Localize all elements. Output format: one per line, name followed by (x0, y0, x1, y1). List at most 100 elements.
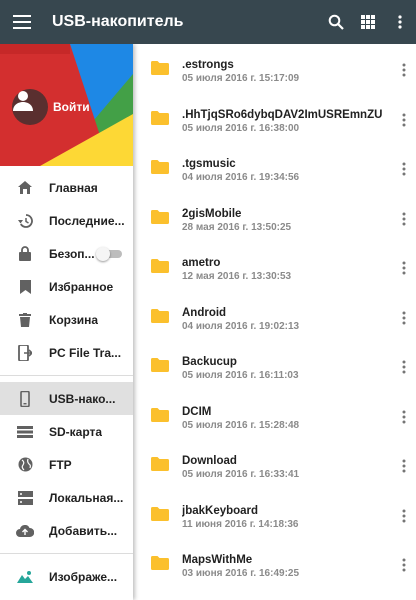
file-name: ametro (182, 257, 221, 269)
more-vert-icon[interactable] (392, 207, 416, 231)
file-name: Backucup (182, 356, 237, 368)
sidebar-item-label: Корзина (49, 312, 99, 327)
folder-icon (151, 407, 169, 427)
file-date: 05 июля 2016 г. 16:11:03 (182, 370, 299, 381)
list-item[interactable]: ametro 12 мая 2016 г. 13:30:53 (133, 242, 416, 292)
usb-storage-icon (16, 390, 34, 408)
file-date: 05 июля 2016 г. 16:33:41 (182, 469, 300, 480)
home-icon (16, 179, 34, 197)
search-icon[interactable] (320, 0, 352, 44)
sidebar-item-images[interactable]: Изображе... (0, 560, 133, 593)
file-date: 04 июля 2016 г. 19:34:56 (182, 172, 300, 183)
file-name: .tgsmusic (182, 158, 236, 170)
sidebar-item-add-cloud[interactable]: Добавить... (0, 514, 133, 547)
list-item[interactable]: jbakKeyboard 11 июня 2016 г. 14:18:36 (133, 490, 416, 540)
avatar[interactable] (12, 89, 48, 125)
sidebar-item-home[interactable]: Главная (0, 171, 133, 204)
file-date: 05 июля 2016 г. 15:28:48 (182, 419, 300, 431)
file-list: .estrongs 05 июля 2016 г. 15:17:09 .HhTjqS… (133, 44, 416, 600)
globe-icon (16, 456, 34, 474)
list-item[interactable]: MapsWithMe 03 июня 2016 г. 16:49:25 (133, 539, 416, 589)
security-toggle[interactable] (96, 247, 122, 261)
sidebar-item-label: Избранное (49, 279, 114, 294)
sidebar-item-label: Последние... (49, 213, 125, 228)
file-date: 05 июля 2016 г. 15:17:09 (182, 73, 300, 84)
file-date: 28 мая 2016 г. 13:50:25 (182, 221, 292, 233)
folder-icon (151, 110, 169, 130)
sidebar-item-local-network[interactable]: Локальная... (0, 481, 133, 514)
bookmark-icon (16, 278, 34, 296)
file-date: 05 июля 2016 г. 16:38:00 (182, 122, 300, 134)
folder-icon (151, 457, 169, 476)
list-item[interactable]: .tgsmusic 04 июля 2016 г. 19:34:56 (133, 143, 416, 193)
file-date: 11 июня 2016 г. 14:18:36 (182, 518, 299, 530)
drawer-header: Войти (0, 44, 133, 166)
sidebar-item-label: Добавить... (49, 523, 118, 538)
folder-icon (151, 506, 169, 526)
sidebar-item-ftp[interactable]: FTP (0, 448, 133, 481)
sidebar-item-label: Изображе... (49, 569, 118, 584)
sidebar-item-label: PC File Tra... (49, 345, 122, 360)
sidebar-item-recent[interactable]: Последние... (0, 204, 133, 237)
more-vert-icon[interactable] (392, 553, 416, 577)
list-item[interactable]: Android 04 июля 2016 г. 19:02:13 (133, 292, 416, 342)
list-item[interactable]: .HhTjqSRo6dybqDAV2ImUSREmnZU= 05 июля 201… (133, 94, 416, 144)
file-date: 04 июля 2016 г. 19:02:13 (182, 320, 300, 332)
file-date: 12 мая 2016 г. 13:30:53 (182, 271, 292, 282)
file-name: MapsWithMe (182, 554, 253, 566)
more-vert-icon[interactable] (392, 58, 416, 82)
server-icon (16, 489, 34, 507)
sidebar-item-label: Локальная... (49, 490, 124, 505)
sidebar-item-label: Безоп... (49, 246, 95, 261)
history-icon (16, 212, 34, 230)
sidebar-item-security[interactable]: Безоп... (0, 237, 133, 270)
folder-icon (151, 358, 169, 377)
more-vert-icon[interactable] (392, 256, 416, 280)
folder-icon (151, 556, 169, 575)
folder-icon (151, 61, 169, 80)
folder-icon (151, 160, 169, 179)
divider (0, 375, 133, 376)
more-vert-icon[interactable] (392, 108, 416, 132)
more-vert-icon[interactable] (392, 454, 416, 478)
cloud-upload-icon (16, 522, 34, 540)
pc-transfer-icon (16, 344, 34, 362)
sidebar-item-trash[interactable]: Корзина (0, 303, 133, 336)
file-name: .HhTjqSRo6dybqDAV2ImUSREmnZU= (182, 108, 382, 121)
list-item[interactable]: Backucup 05 июля 2016 г. 16:11:03 (133, 341, 416, 391)
list-item[interactable]: .estrongs 05 июля 2016 г. 15:17:09 (133, 44, 416, 94)
folder-icon (151, 259, 169, 278)
file-name: Android (182, 306, 227, 319)
page-title: USB-накопитель (52, 13, 184, 30)
lock-icon (16, 245, 34, 263)
sidebar-item-label: Главная (49, 180, 98, 195)
more-vert-icon[interactable] (392, 306, 416, 330)
folder-icon (151, 308, 169, 328)
app-bar: USB-накопитель (0, 0, 416, 44)
sidebar-item-sd-card[interactable]: SD-карта (0, 415, 133, 448)
sidebar-item-label: SD-карта (49, 424, 103, 439)
list-item[interactable]: Download 05 июля 2016 г. 16:33:41 (133, 440, 416, 490)
file-name: jbakKeyboard (182, 504, 259, 517)
sidebar-item-label: FTP (49, 457, 72, 472)
list-item[interactable]: 2gisMobile 28 мая 2016 г. 13:50:25 (133, 193, 416, 243)
sidebar-item-label: USB-нако... (49, 391, 116, 406)
file-name: .estrongs (182, 59, 234, 71)
file-name: 2gisMobile (182, 207, 242, 220)
grid-view-icon[interactable] (352, 0, 384, 44)
folder-icon (151, 209, 169, 229)
more-vert-icon[interactable] (392, 355, 416, 379)
more-vert-icon[interactable] (392, 405, 416, 429)
login-button[interactable]: Войти (53, 100, 90, 114)
more-vert-icon[interactable] (392, 504, 416, 528)
menu-icon[interactable] (0, 0, 44, 44)
file-name: Download (182, 455, 237, 467)
navigation-drawer: Войти Главная Последние... Безоп... Избр… (0, 44, 133, 600)
divider (0, 553, 133, 554)
list-item[interactable]: DCIM 05 июля 2016 г. 15:28:48 (133, 391, 416, 441)
sidebar-item-favorites[interactable]: Избранное (0, 270, 133, 303)
more-vert-icon[interactable] (384, 0, 416, 44)
sidebar-item-pc-file-transfer[interactable]: PC File Tra... (0, 336, 133, 369)
more-vert-icon[interactable] (392, 157, 416, 181)
sidebar-item-usb-storage[interactable]: USB-нако... (0, 382, 133, 415)
